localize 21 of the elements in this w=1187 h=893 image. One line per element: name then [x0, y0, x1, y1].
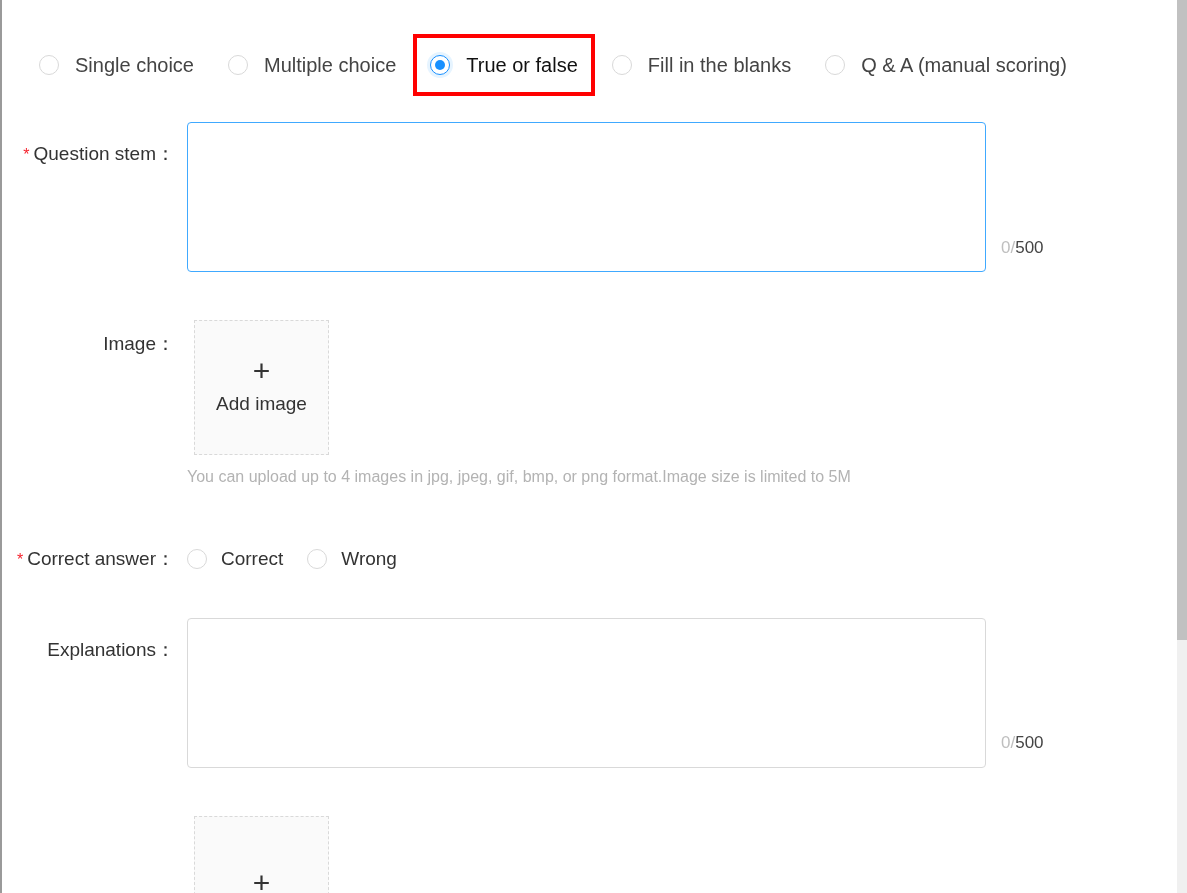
answer-option[interactable]: Correct	[221, 545, 284, 574]
question-type-option[interactable]: Single choice	[22, 34, 211, 96]
required-mark: *	[16, 550, 24, 570]
character-counter: 0/500	[1001, 236, 1044, 259]
question-type-option[interactable]: Q & A (manual scoring)	[808, 34, 1084, 96]
upload-hint: You can upload up to 4 images in jpg, jpeg, gif, bmp, or png format.Image size is limited to 5M	[187, 467, 851, 487]
field-label: Explanations：	[47, 637, 175, 662]
question-type-option[interactable]: True or false	[413, 34, 595, 96]
scrollbar[interactable]	[1177, 0, 1187, 893]
required-mark: *	[23, 145, 30, 165]
text-area[interactable]	[187, 617, 986, 768]
field-label: Image：	[103, 332, 175, 356]
add-image-button[interactable]: + Add image	[194, 320, 329, 455]
add-image-button[interactable]: +	[194, 815, 329, 893]
character-counter: 0/500	[1001, 732, 1044, 754]
answer-option[interactable]: Wrong	[341, 545, 397, 574]
question-type-option[interactable]: Fill in the blanks	[594, 34, 809, 96]
field-label: Question stem：	[33, 142, 175, 166]
question-type-option[interactable]: Multiple choice	[210, 34, 414, 96]
field-label: Correct answer：	[27, 547, 175, 571]
text-area[interactable]	[187, 122, 986, 272]
